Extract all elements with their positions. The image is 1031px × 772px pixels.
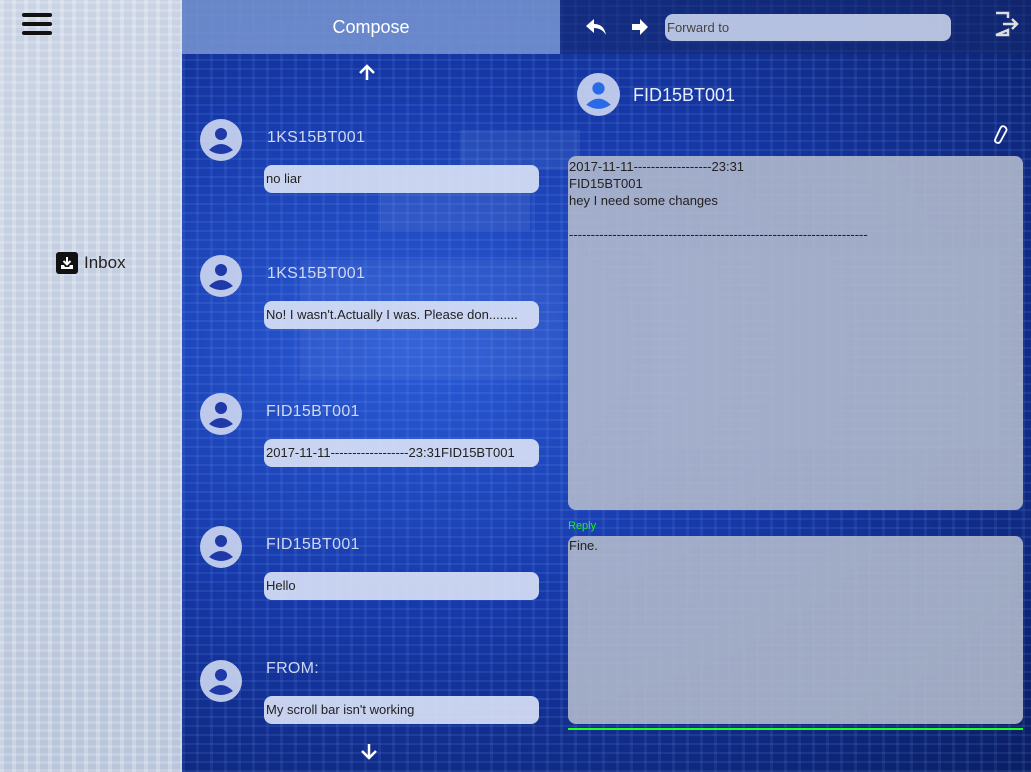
forward-icon[interactable] [630,16,650,38]
message-preview[interactable]: no liar [264,165,539,193]
message-body: 2017-11-11------------------23:31 FID15B… [568,156,1023,510]
sender-avatar [577,73,620,116]
message-preview[interactable]: No! I wasn't.Actually I was. Please don.… [264,301,539,329]
reply-label: Reply [568,520,597,532]
scroll-up-icon[interactable] [357,63,377,83]
logout-icon[interactable] [992,10,1020,38]
reply-textarea[interactable]: Fine. [568,536,1023,724]
message-sender: FID15BT001 [266,403,360,420]
sender-name: FID15BT001 [633,85,736,105]
message-preview[interactable]: My scroll bar isn't working [264,696,539,724]
message-sender: FID15BT001 [266,536,360,553]
compose-button[interactable]: Compose [182,0,560,54]
message-line: FID15BT001 [569,176,643,191]
avatar [200,255,242,297]
avatar [200,660,242,702]
message-list: Compose 1KS15BT001 no liar 1KS15BT001 No… [182,0,560,772]
message-preview[interactable]: 2017-11-11------------------23:31FID15BT… [264,439,539,467]
avatar [200,526,242,568]
message-preview[interactable]: Hello [264,572,539,600]
message-line [569,209,1022,226]
avatar [200,119,242,161]
message-line: ----------------------------------------… [569,227,868,242]
menu-icon[interactable] [22,13,52,35]
sidebar-item-label: Inbox [84,253,126,272]
scroll-down-icon[interactable] [359,741,379,761]
attachment-icon[interactable] [990,124,1010,144]
avatar [200,393,242,435]
detail-toolbar [560,0,1031,54]
message-detail: FID15BT001 2017-11-11------------------2… [560,0,1031,772]
sidebar-item-inbox[interactable]: Inbox [56,252,126,274]
forward-to-input[interactable] [665,14,951,41]
message-sender: 1KS15BT001 [267,129,366,146]
sidebar: Inbox [0,0,182,772]
message-sender: 1KS15BT001 [267,265,366,282]
reply-underline [568,728,1023,730]
message-sender: FROM: [266,660,320,677]
message-line: hey I need some changes [569,193,718,208]
reply-icon[interactable] [584,16,608,38]
message-line: 2017-11-11------------------23:31 [569,159,745,174]
inbox-icon [56,252,78,274]
